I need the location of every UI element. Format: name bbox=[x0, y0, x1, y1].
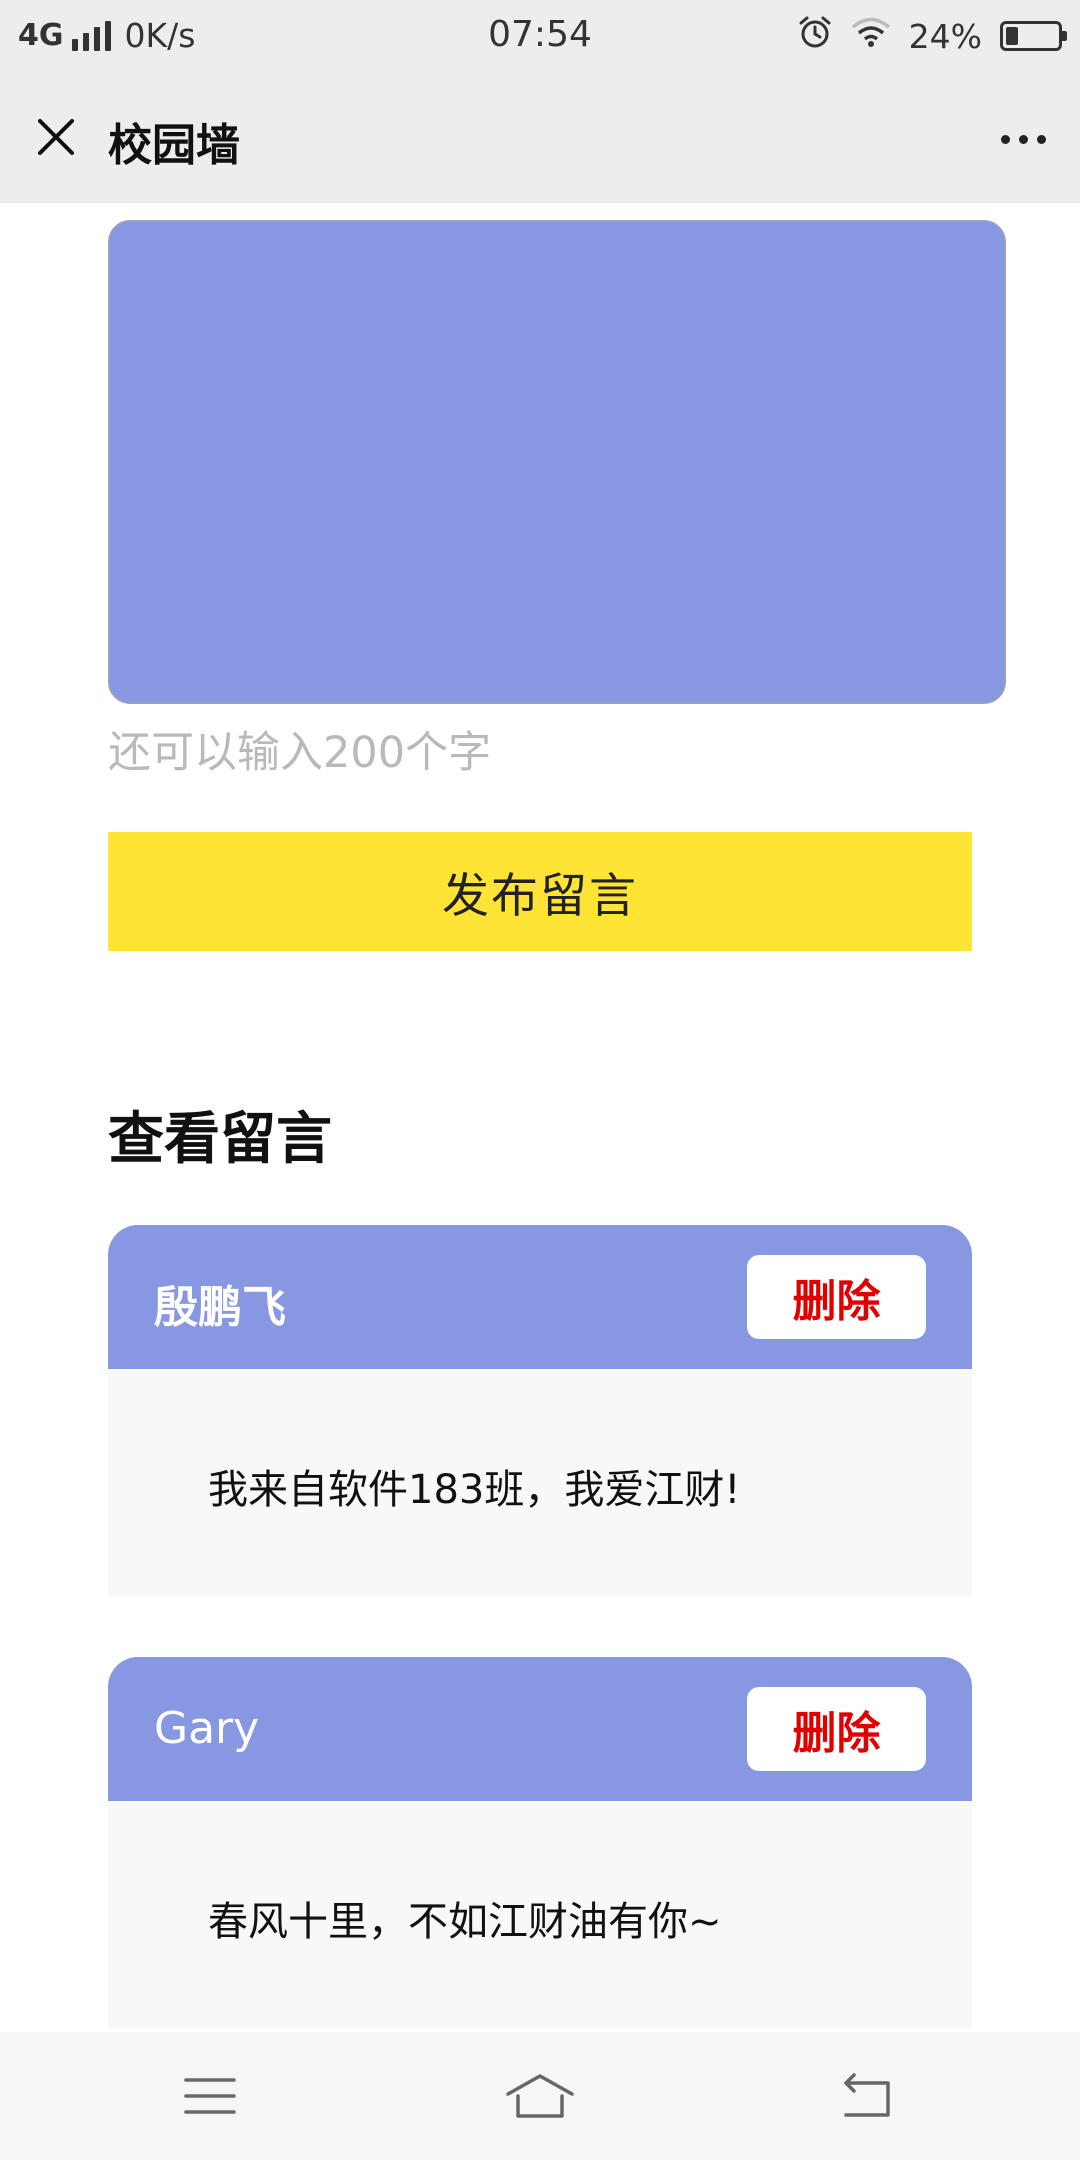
menu-button[interactable] bbox=[170, 2064, 250, 2128]
message-content: 春风十里，不如江财油有你~ bbox=[208, 1899, 722, 1945]
alarm-icon bbox=[797, 14, 833, 58]
back-icon bbox=[844, 2073, 890, 2117]
message-input[interactable] bbox=[108, 220, 1006, 704]
message-content: 我来自软件183班，我爱江财! bbox=[208, 1467, 741, 1513]
char-counter-suffix: 个字 bbox=[405, 728, 492, 778]
delete-button[interactable]: 删除 bbox=[747, 1255, 926, 1339]
delete-button[interactable]: 删除 bbox=[747, 1687, 926, 1771]
message-card-body: 春风十里，不如江财油有你~ bbox=[108, 1801, 972, 2029]
home-icon bbox=[506, 2074, 574, 2118]
message-card-header: Gary 删除 bbox=[108, 1657, 972, 1801]
back-button[interactable] bbox=[828, 2064, 908, 2128]
battery-fill bbox=[1006, 27, 1018, 45]
menu-icon bbox=[184, 2078, 236, 2114]
battery-percent: 24% bbox=[908, 16, 982, 56]
char-counter: 还可以输入200个字 bbox=[108, 718, 491, 780]
char-counter-value: 200 bbox=[323, 728, 406, 778]
more-icon bbox=[1000, 134, 1046, 144]
message-author: Gary bbox=[154, 1703, 260, 1754]
system-nav-bar bbox=[0, 2032, 1080, 2160]
status-bar: 4G 0K/s 07:54 24% bbox=[0, 0, 1080, 75]
message-author: 殷鹏飞 bbox=[154, 1282, 286, 1333]
more-button[interactable] bbox=[988, 111, 1058, 167]
page-title: 校园墙 bbox=[108, 120, 240, 171]
section-title: 查看留言 bbox=[108, 1107, 332, 1172]
message-card-body: 我来自软件183班，我爱江财! bbox=[108, 1369, 972, 1597]
message-card: 殷鹏飞 删除 我来自软件183班，我爱江财! bbox=[108, 1225, 972, 1597]
close-button[interactable] bbox=[24, 105, 88, 169]
message-card: Gary 删除 春风十里，不如江财油有你~ bbox=[108, 1657, 972, 2029]
publish-button[interactable]: 发布留言 bbox=[108, 832, 972, 951]
wifi-icon bbox=[851, 16, 891, 56]
home-button[interactable] bbox=[500, 2064, 580, 2128]
nav-bar: 校园墙 bbox=[0, 75, 1080, 203]
close-icon bbox=[38, 119, 74, 155]
status-right: 24% bbox=[797, 14, 1067, 58]
message-card-header: 殷鹏飞 删除 bbox=[108, 1225, 972, 1369]
char-counter-prefix: 还可以输入 bbox=[108, 728, 323, 778]
battery-icon bbox=[1000, 21, 1067, 51]
